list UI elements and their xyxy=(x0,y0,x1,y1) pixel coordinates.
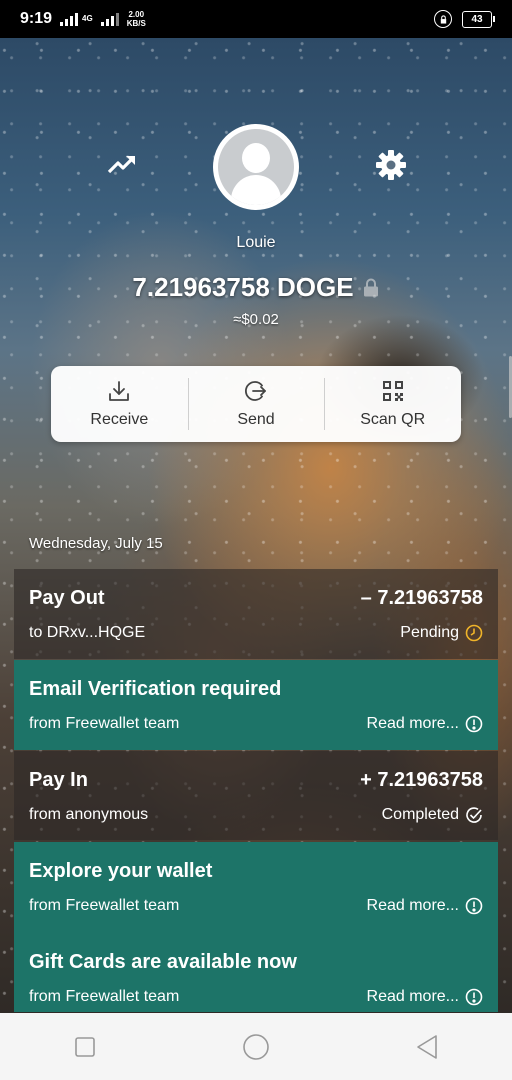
row-title: Explore your wallet xyxy=(29,860,213,882)
avatar[interactable] xyxy=(213,124,299,210)
lock-icon[interactable] xyxy=(362,278,380,298)
fiat-equivalent: ≈$0.02 xyxy=(233,311,279,328)
trend-chart-icon[interactable] xyxy=(104,148,140,180)
status-text: Pending xyxy=(400,624,459,641)
rotation-lock-icon xyxy=(434,10,452,28)
network-type: 4G xyxy=(82,14,93,23)
row-title: Gift Cards are available now xyxy=(29,951,297,973)
row-title: Pay In xyxy=(29,769,88,791)
signal-icon xyxy=(60,12,79,26)
row-status: Completed xyxy=(382,806,483,824)
message-group: Explore your wallet from Freewallet team… xyxy=(14,842,498,1012)
system-nav-bar xyxy=(0,1013,512,1080)
username: Louie xyxy=(236,234,276,251)
message-row-gift-cards[interactable]: Gift Cards are available now from Freewa… xyxy=(14,933,498,1012)
row-subtitle: to DRxv...HQGE xyxy=(29,624,146,641)
feed-date: Wednesday, July 15 xyxy=(29,535,163,552)
qr-code-icon xyxy=(382,381,403,401)
row-subtitle: from Freewallet team xyxy=(29,897,180,914)
scan-qr-button[interactable]: Scan QR xyxy=(324,366,461,442)
row-title: Email Verification required xyxy=(29,678,282,700)
transaction-row-pay-out[interactable]: Pay Out – 7.21963758 to DRxv...HQGE Pend… xyxy=(14,569,498,659)
row-status: Pending xyxy=(400,624,483,642)
clock: 9:19 xyxy=(20,10,53,27)
row-amount: – 7.21963758 xyxy=(360,587,483,609)
battery-level: 43 xyxy=(471,13,483,25)
scan-qr-label: Scan QR xyxy=(360,411,426,428)
read-more-link[interactable]: Read more... xyxy=(367,897,483,915)
signal-icon-2 xyxy=(100,12,119,26)
row-subtitle: from Freewallet team xyxy=(29,988,180,1005)
status-text: Completed xyxy=(381,806,459,823)
network-speed: 2.00 KB/S xyxy=(127,10,146,28)
info-icon xyxy=(465,988,483,1006)
speed-value: 2.00 xyxy=(128,10,145,19)
row-subtitle: from anonymous xyxy=(29,806,149,823)
row-subtitle: from Freewallet team xyxy=(29,715,180,732)
gear-icon[interactable] xyxy=(372,146,410,184)
send-icon xyxy=(244,381,266,401)
clock-icon xyxy=(465,624,483,642)
status-text: Read more... xyxy=(366,988,459,1005)
battery-icon: 43 xyxy=(462,10,495,28)
balance: 7.21963758 DOGE xyxy=(0,272,512,303)
message-row-explore-wallet[interactable]: Explore your wallet from Freewallet team… xyxy=(14,842,498,927)
transaction-row-pay-in[interactable]: Pay In + 7.21963758 from anonymous Compl… xyxy=(14,751,498,840)
info-icon xyxy=(465,897,483,915)
back-icon[interactable] xyxy=(415,1034,439,1060)
message-row-email-verification[interactable]: Email Verification required from Freewal… xyxy=(14,660,498,750)
send-button[interactable]: Send xyxy=(187,366,325,442)
send-label: Send xyxy=(237,411,275,428)
status-text: Read more... xyxy=(366,897,459,914)
row-title: Pay Out xyxy=(29,587,105,609)
status-text: Read more... xyxy=(366,715,459,732)
balance-amount: 7.21963758 DOGE xyxy=(132,272,354,302)
speed-unit: KB/S xyxy=(126,19,146,28)
info-icon xyxy=(465,715,483,733)
action-bar: Receive Send Scan QR xyxy=(51,366,461,442)
home-icon[interactable] xyxy=(242,1033,270,1061)
read-more-link[interactable]: Read more... xyxy=(367,988,483,1006)
receive-button[interactable]: Receive xyxy=(51,366,188,442)
row-amount: + 7.21963758 xyxy=(360,769,483,791)
user-silhouette-icon xyxy=(218,129,294,205)
receive-label: Receive xyxy=(90,411,149,428)
status-bar: 9:19 4G 2.00 KB/S 43 xyxy=(0,0,512,38)
download-icon xyxy=(109,381,130,401)
read-more-link[interactable]: Read more... xyxy=(367,715,483,733)
recents-icon[interactable] xyxy=(73,1035,97,1059)
check-circle-icon xyxy=(466,807,482,823)
